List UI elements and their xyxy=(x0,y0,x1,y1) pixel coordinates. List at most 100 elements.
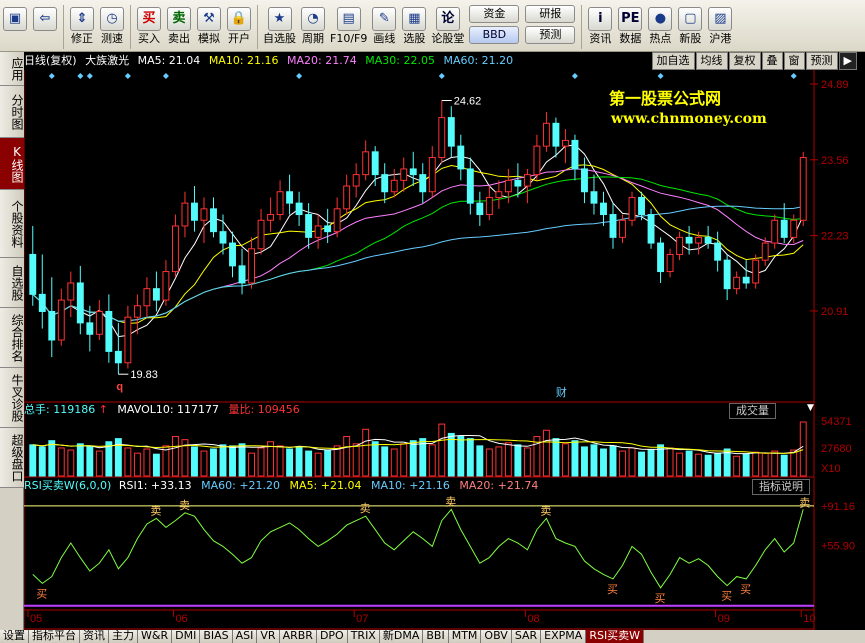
toolbar-button-12[interactable]: ▦ 选股 xyxy=(399,3,429,51)
indicator-tab-18[interactable]: RSI买卖W xyxy=(586,630,645,643)
watermark-title: 第一股票公式网 xyxy=(609,89,722,108)
sell-signal: 卖 xyxy=(150,504,161,517)
volume-bar xyxy=(438,423,446,477)
candle-body xyxy=(514,179,522,187)
toolbar-button-11[interactable]: ✎ 画线 xyxy=(369,3,399,51)
indicator-tab-4[interactable]: W&R xyxy=(138,630,173,643)
left-nav-tab-5[interactable]: 综合排名 xyxy=(0,308,24,368)
toolbar-button-17[interactable]: ▢ 新股 xyxy=(675,3,705,51)
toolbar-button-14[interactable]: i 资讯 xyxy=(585,3,615,51)
month-label: 09 xyxy=(718,613,730,625)
left-nav-tab-1[interactable]: 分时图 xyxy=(0,86,24,138)
toolbar-label: 沪港 xyxy=(709,32,732,45)
buy-signal: 买 xyxy=(655,592,666,605)
volume-dropdown-icon[interactable]: ▼ xyxy=(807,403,814,413)
volume-bar xyxy=(504,442,512,477)
chart-btn-1[interactable]: 均线 xyxy=(695,52,728,70)
chart-btn-5[interactable]: 预测 xyxy=(805,52,838,70)
volume-bar xyxy=(124,447,132,477)
indicator-ma20: MA20: +21.74 xyxy=(459,479,539,492)
chart-btn-2[interactable]: 复权 xyxy=(728,52,761,70)
ma60-label: MA60: 21.20 xyxy=(443,54,514,67)
rsi1-label: RSI1: +33.13 xyxy=(118,479,192,492)
q-marker: q xyxy=(116,381,123,393)
event-diamond-icon xyxy=(77,73,84,79)
indicator-help-button[interactable]: 指标说明 xyxy=(752,479,810,495)
indicator-tab-1[interactable]: 指标平台 xyxy=(29,630,80,643)
left-nav-tab-0[interactable]: 应用 xyxy=(0,52,24,86)
indicator-tab-5[interactable]: DMI xyxy=(172,630,201,643)
pill-button-2[interactable]: 研报 xyxy=(525,5,576,23)
indicator-tab-3[interactable]: 主力 xyxy=(109,630,138,643)
toolbar-button-9[interactable]: ◔ 周期 xyxy=(298,3,328,51)
candle-body xyxy=(67,282,75,301)
volume-bar xyxy=(714,452,722,477)
kline-chart-svg[interactable]: 24.89 23.56 22.23 20.91 24.62 19.83 q 财 54371 276… xyxy=(24,52,865,630)
toolbar-button-6[interactable]: ⚒ 模拟 xyxy=(194,3,224,51)
indicator-tab-13[interactable]: BBI xyxy=(423,630,449,643)
indicator-tab-17[interactable]: EXPMA xyxy=(541,630,587,643)
indicator-tab-6[interactable]: BIAS xyxy=(200,630,233,643)
toolbar-button-0[interactable]: ▣ xyxy=(0,3,30,51)
indicator-tab-10[interactable]: DPO xyxy=(316,630,348,643)
chart-btn-0[interactable]: 加自选 xyxy=(651,52,695,70)
toolbar-button-7[interactable]: 🔒 开户 xyxy=(224,3,254,51)
indicator-tab-0[interactable]: 设置 xyxy=(0,630,29,643)
indicator-tab-9[interactable]: ARBR xyxy=(279,630,317,643)
toolbar-button-16[interactable]: ● 热点 xyxy=(645,3,675,51)
volume-bar xyxy=(67,449,75,477)
toolbar-button-8[interactable]: ★ 自选股 xyxy=(261,3,298,51)
up-down-arrows-icon: ⇕ xyxy=(70,7,94,31)
left-nav-tab-7[interactable]: 超级盘口 xyxy=(0,428,24,488)
indicator-tab-2[interactable]: 资讯 xyxy=(80,630,109,643)
indicator-tab-14[interactable]: MTM xyxy=(448,630,482,643)
volume-bar xyxy=(133,452,141,477)
indicator-tab-16[interactable]: SAR xyxy=(511,630,542,643)
toolbar-button-10[interactable]: ▤ F10/F9 xyxy=(328,3,369,51)
candle-body xyxy=(533,145,541,176)
pill-button-1[interactable]: BBD xyxy=(469,26,520,44)
indicator-name: RSI买卖W(6,0,0) xyxy=(24,479,112,492)
left-nav-tab-4[interactable]: 自选股 xyxy=(0,258,24,308)
volume-bar xyxy=(571,440,579,477)
volume-bar xyxy=(647,449,655,477)
volume-button[interactable]: 成交量 xyxy=(729,403,776,419)
toolbar-button-13[interactable]: 论论股堂 xyxy=(429,3,466,51)
left-nav-tab-6[interactable]: 牛叉诊股 xyxy=(0,368,24,428)
volume-bar xyxy=(561,443,569,477)
indicator-tab-8[interactable]: VR xyxy=(257,630,280,643)
volume-bar xyxy=(542,429,550,477)
toolbar-button-1[interactable]: ⇦ xyxy=(30,3,60,51)
toolbar-button-15[interactable]: PE 数据 xyxy=(615,3,645,51)
toolbar-button-4[interactable]: 买买入 xyxy=(134,3,164,51)
indicator-tab-11[interactable]: TRIX xyxy=(347,630,380,643)
candle-body xyxy=(105,310,113,352)
more-arrow-icon[interactable]: ▶ xyxy=(838,52,857,70)
toolbar-label: 热点 xyxy=(649,32,672,45)
rsi-axis-label: +91.16 xyxy=(821,501,855,513)
left-nav-tab-2[interactable]: K线图 xyxy=(0,138,24,190)
hammer-icon: ⚒ xyxy=(197,7,221,31)
chart-btn-3[interactable]: 叠 xyxy=(761,52,783,70)
indicator-tab-12[interactable]: 新DMA xyxy=(379,630,424,643)
candle-body xyxy=(295,202,303,216)
candle-body xyxy=(685,236,693,244)
candle-body xyxy=(457,145,465,170)
left-nav-tab-3[interactable]: 个股资料 xyxy=(0,190,24,258)
volume-ratio: 量比: 109456 xyxy=(228,403,300,416)
pill-button-0[interactable]: 资金 xyxy=(469,5,520,23)
candle-body xyxy=(124,316,132,364)
chart-btn-4[interactable]: 窗 xyxy=(783,52,805,70)
candle-body xyxy=(324,225,332,233)
pill-button-3[interactable]: 预测 xyxy=(525,26,576,44)
toolbar-button-18[interactable]: ▨ 沪港 xyxy=(705,3,735,51)
volume-bar xyxy=(95,450,103,477)
indicator-tab-15[interactable]: OBV xyxy=(481,630,512,643)
volume-bar xyxy=(514,444,522,477)
volume-bar xyxy=(581,446,588,477)
volume-bar xyxy=(628,447,636,477)
toolbar-button-3[interactable]: ◷ 测速 xyxy=(97,3,127,51)
indicator-tab-7[interactable]: ASI xyxy=(232,630,258,643)
toolbar-button-2[interactable]: ⇕ 修正 xyxy=(67,3,97,51)
toolbar-button-5[interactable]: 卖卖出 xyxy=(164,3,194,51)
